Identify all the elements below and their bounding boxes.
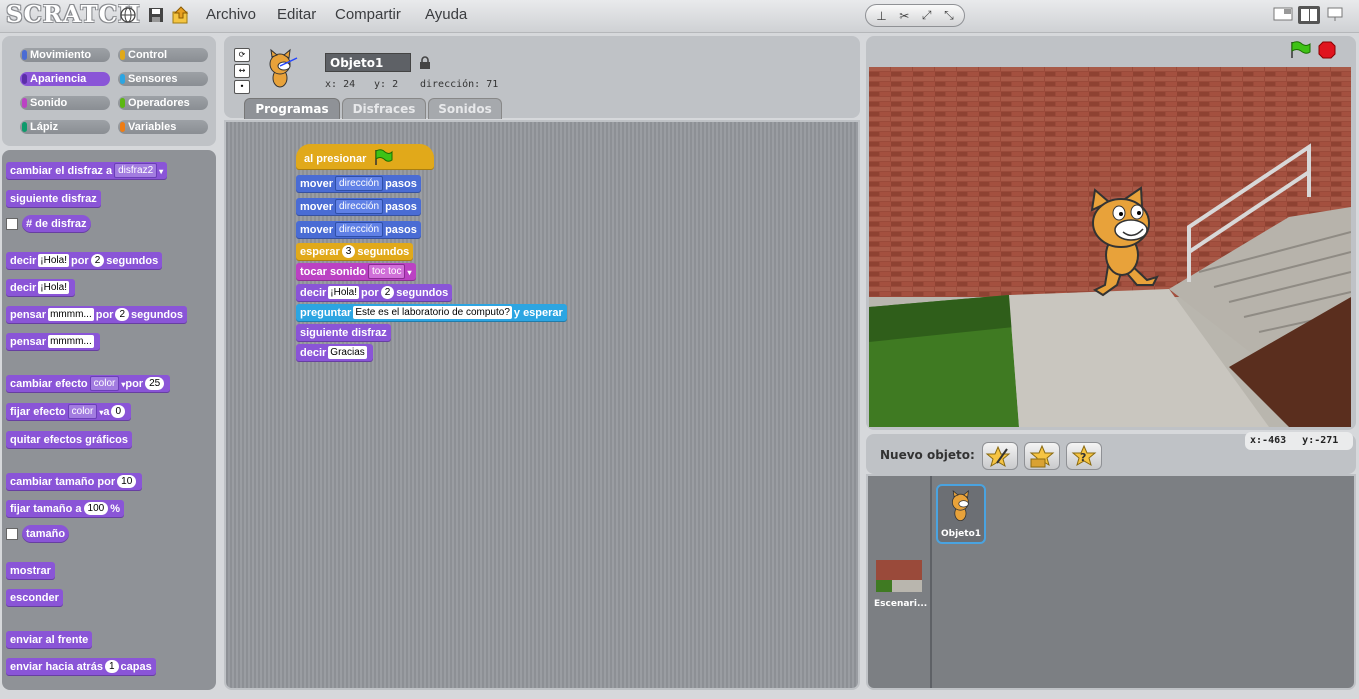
green-flag-icon	[375, 149, 393, 165]
stage-thumbnail[interactable]	[876, 560, 922, 592]
category-sonido[interactable]: Sonido	[20, 96, 110, 110]
stage-label: Escenari...	[874, 599, 928, 609]
menu-ayuda[interactable]: Ayuda	[425, 6, 467, 23]
stop-button[interactable]	[1318, 41, 1336, 63]
surprise-sprite-button[interactable]: ?	[1066, 442, 1102, 470]
block-switch-costume[interactable]: cambiar el disfraz a disfraz2 ▾	[6, 162, 168, 180]
paint-star-icon	[985, 445, 1011, 468]
sprite-name-field[interactable]: Objeto1	[325, 53, 411, 72]
block-say-script[interactable]: decir Gracias	[296, 344, 373, 362]
tab-disfraces[interactable]: Disfraces	[342, 98, 426, 119]
paint-sprite-button[interactable]	[982, 442, 1018, 470]
block-wait[interactable]: esperar 3 segundos	[296, 243, 414, 261]
block-say[interactable]: decir ¡Hola!	[6, 279, 75, 297]
small-stage-icon[interactable]	[1273, 6, 1293, 24]
stamp-icon[interactable]: ⊥	[876, 9, 886, 23]
menu-archivo[interactable]: Archivo	[206, 6, 256, 23]
block-show[interactable]: mostrar	[6, 562, 55, 580]
block-hide[interactable]: esconder	[6, 589, 63, 607]
mouse-coordinates: x:-463 y:-271	[1245, 432, 1353, 450]
tab-sonidos[interactable]: Sonidos	[428, 98, 502, 119]
scissors-icon[interactable]: ✂	[899, 9, 909, 23]
grow-icon[interactable]: ⤢	[922, 8, 932, 23]
block-ask-and-wait[interactable]: preguntar Este es el laboratorio de compu…	[296, 304, 567, 322]
category-apariencia[interactable]: Apariencia	[20, 72, 110, 86]
block-costume-number[interactable]: # de disfraz	[22, 215, 91, 233]
block-when-flag-clicked[interactable]: al presionar	[296, 144, 434, 170]
folder-star-icon	[1029, 444, 1055, 468]
block-say-for-secs[interactable]: decir ¡Hola! por 2 segundos	[6, 252, 163, 270]
block-think[interactable]: pensar mmmm...	[6, 333, 100, 351]
block-clear-effects[interactable]: quitar efectos gráficos	[6, 431, 132, 449]
share-icon[interactable]	[172, 6, 190, 24]
block-change-effect[interactable]: cambiar efecto color ▾por 25	[6, 375, 171, 393]
block-move-1[interactable]: mover dirección pasos	[296, 175, 421, 193]
category-control[interactable]: Control	[118, 48, 208, 62]
sprite-x: x: 24	[325, 79, 356, 90]
category-movimiento[interactable]: Movimiento	[20, 48, 110, 62]
block-change-size[interactable]: cambiar tamaño por 10	[6, 473, 143, 491]
category-operadores[interactable]: Operadores	[118, 96, 208, 110]
new-sprite-label: Nuevo objeto:	[880, 448, 975, 462]
category-variables[interactable]: Variables	[118, 120, 208, 134]
presentation-mode-icon[interactable]	[1326, 6, 1346, 24]
no-rotate-icon[interactable]: •	[234, 80, 250, 94]
sprite-thumbnail	[262, 48, 302, 96]
menu-editar[interactable]: Editar	[277, 6, 316, 23]
question-star-icon: ?	[1071, 444, 1097, 467]
costume-number-checkbox[interactable]	[6, 218, 18, 230]
size-checkbox[interactable]	[6, 528, 18, 540]
globe-icon[interactable]	[119, 6, 137, 24]
block-next-costume[interactable]: siguiente disfraz	[6, 190, 101, 208]
category-sensores[interactable]: Sensores	[118, 72, 208, 86]
category-lapiz[interactable]: Lápiz	[20, 120, 110, 134]
block-go-to-front[interactable]: enviar al frente	[6, 631, 93, 649]
block-set-effect[interactable]: fijar efecto color ▾a 0	[6, 403, 132, 421]
stage[interactable]	[869, 67, 1351, 427]
sprite-y: y: 2	[374, 79, 399, 90]
normal-stage-icon[interactable]	[1298, 6, 1320, 24]
block-say-for-secs-script[interactable]: decir ¡Hola! por 2 segundos	[296, 284, 453, 302]
shrink-icon[interactable]: ⤡	[944, 8, 954, 23]
block-size[interactable]: tamaño	[22, 525, 70, 543]
block-categories: Movimiento Control Apariencia Sensores S…	[2, 36, 216, 146]
lock-icon[interactable]	[419, 55, 431, 74]
block-set-size[interactable]: fijar tamaño a 100%	[6, 500, 124, 518]
cat-sprite[interactable]	[1087, 185, 1167, 300]
tab-programas[interactable]: Programas	[244, 98, 340, 119]
sprite-list-divider	[930, 476, 932, 688]
sprite-item-objeto1[interactable]: Objeto1	[936, 484, 986, 544]
block-think-for-secs[interactable]: pensar mmmm... por 2 segundos	[6, 306, 187, 324]
choose-sprite-button[interactable]	[1024, 442, 1060, 470]
block-go-back-layers[interactable]: enviar hacia atrás 1 capas	[6, 658, 156, 676]
cat-thumbnail	[952, 490, 969, 521]
block-next-costume-script[interactable]: siguiente disfraz	[296, 324, 391, 342]
menu-compartir[interactable]: Compartir	[335, 6, 401, 23]
block-play-sound[interactable]: tocar sonido toc toc ▾	[296, 263, 416, 281]
save-icon[interactable]	[147, 6, 165, 24]
top-menu-bar	[0, 0, 1359, 33]
sprite-tools-group: ⊥ ✂ ⤢ ⤡	[865, 4, 965, 27]
green-flag-button[interactable]	[1289, 41, 1311, 63]
sprite-direction: dirección: 71	[420, 79, 499, 90]
sprite-item-label: Objeto1	[940, 529, 982, 539]
block-move-2[interactable]: mover dirección pasos	[296, 198, 421, 216]
rotate-all-icon[interactable]: ⟳	[234, 48, 250, 62]
flip-lr-icon[interactable]: ↔	[234, 64, 250, 78]
backdrop-thumbnail	[876, 560, 922, 592]
svg-text:?: ?	[1080, 451, 1086, 464]
block-move-3[interactable]: mover dirección pasos	[296, 221, 421, 239]
